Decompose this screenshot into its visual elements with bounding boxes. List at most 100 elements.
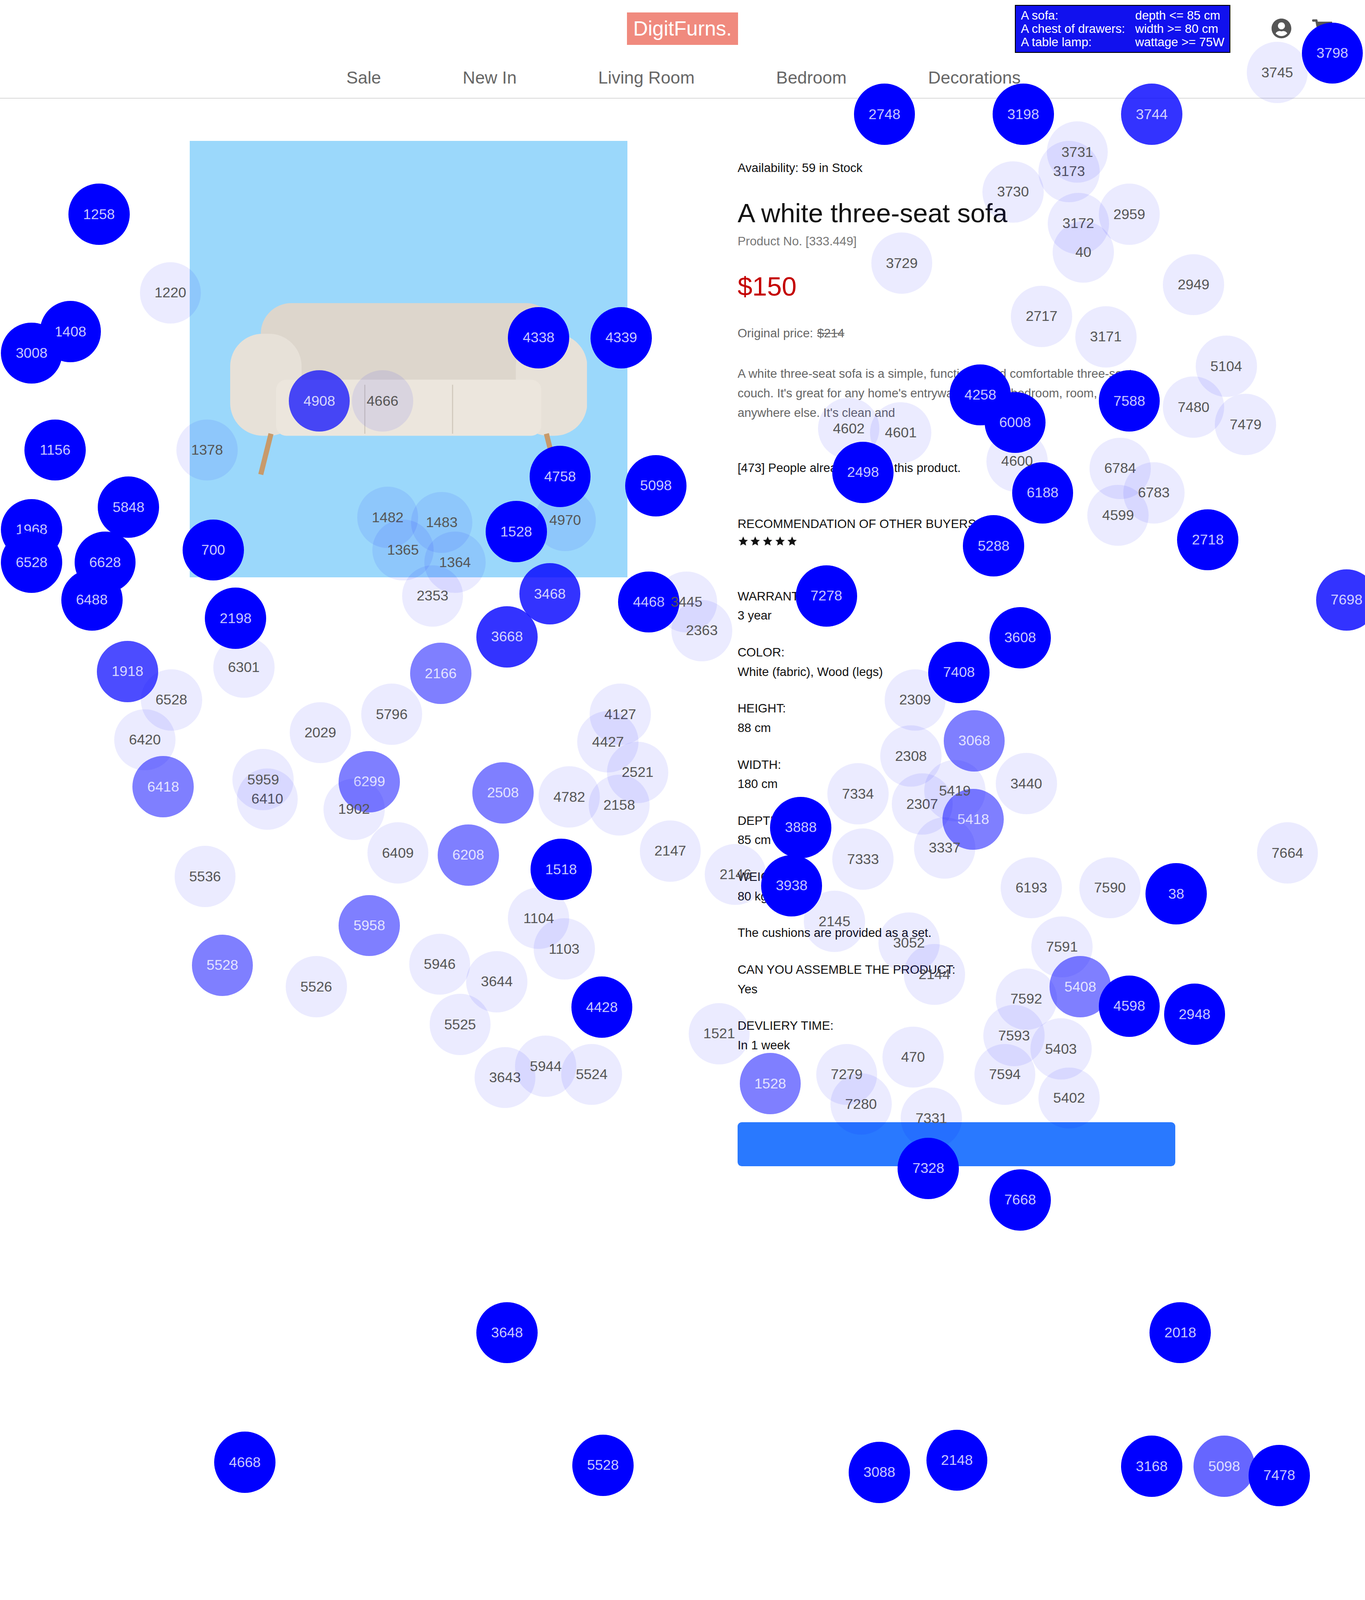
product-page: DigitFurns.A sofa:depth <= 85 cmA chest … bbox=[0, 0, 1365, 1600]
fixation-marker: 5526 bbox=[285, 955, 348, 1018]
cart-icon[interactable] bbox=[1312, 18, 1333, 39]
product-info: Availability: 59 in StockA white three-s… bbox=[737, 140, 1177, 1166]
fixation-marker: 3168 bbox=[1121, 1435, 1183, 1497]
gaze-overlay: 1258140830081156196865285848662870064882… bbox=[0, 0, 1365, 1600]
fixation-marker: 4782 bbox=[538, 766, 600, 828]
fixation-marker: 2029 bbox=[289, 702, 352, 764]
original-price: Original price:$214 bbox=[737, 325, 1177, 342]
user-icon[interactable] bbox=[1271, 18, 1292, 39]
fixation-marker: 7278 bbox=[795, 565, 858, 627]
fixation-marker: 2949 bbox=[1162, 254, 1225, 316]
nav-item[interactable]: New In bbox=[462, 57, 517, 99]
fixation-marker: 3730 bbox=[982, 161, 1044, 223]
nav-item[interactable]: Bedroom bbox=[776, 57, 847, 99]
fixation-marker: 470 bbox=[882, 1026, 944, 1088]
fixation-marker: 6299 bbox=[338, 750, 400, 813]
fixation-marker: 2146 bbox=[704, 843, 767, 906]
add-to-cart-button[interactable] bbox=[737, 1121, 1176, 1166]
fixation-marker: 2521 bbox=[606, 741, 669, 803]
fixation-marker: 1528 bbox=[485, 500, 547, 563]
fixation-marker: 2166 bbox=[410, 642, 472, 704]
fixation-marker: 7698 bbox=[1316, 569, 1365, 631]
nav-item[interactable]: Living Room bbox=[598, 57, 695, 99]
spec-label: WIDTH: bbox=[737, 754, 1177, 775]
fixation-marker: 2353 bbox=[402, 565, 464, 627]
fixation-marker: 3888 bbox=[770, 796, 832, 859]
fixation-marker: 3644 bbox=[466, 950, 528, 1013]
fixation-marker: 4468 bbox=[618, 571, 680, 633]
fixation-marker: 4339 bbox=[590, 307, 652, 369]
fixation-marker: 7588 bbox=[1098, 370, 1161, 432]
fixation-marker: 6193 bbox=[1000, 857, 1062, 919]
fixation-marker: 7331 bbox=[900, 1087, 962, 1149]
task-label: A table lamp: bbox=[1021, 35, 1126, 49]
star-icon bbox=[762, 535, 774, 547]
fixation-marker: 4668 bbox=[214, 1431, 276, 1493]
fixation-marker: 1518 bbox=[530, 838, 592, 900]
fixation-marker: 5408 bbox=[1049, 955, 1111, 1018]
fixation-marker: 1408 bbox=[39, 300, 102, 363]
fixation-marker: 2148 bbox=[926, 1429, 988, 1491]
fixation-marker: 4600 bbox=[986, 430, 1048, 492]
fixation-marker: 3668 bbox=[476, 606, 538, 668]
fixation-marker: 4601 bbox=[870, 402, 932, 464]
spec-value: 88 cm bbox=[737, 718, 1177, 738]
fixation-marker: 1918 bbox=[96, 640, 159, 703]
product-image bbox=[189, 140, 628, 578]
spec-value: Yes bbox=[737, 979, 1177, 999]
fixation-marker: 3744 bbox=[1121, 83, 1183, 145]
fixation-marker: 6528 bbox=[140, 669, 203, 731]
fixation-marker: 4598 bbox=[1098, 975, 1161, 1037]
spec: CAN YOU ASSEMBLE THE PRODUCT:Yes bbox=[737, 959, 1177, 999]
fixation-marker: 5528 bbox=[191, 934, 254, 996]
bought-count: [473] People already bought this product… bbox=[737, 459, 1177, 477]
spec-note: The cushions are provided as a set. bbox=[737, 922, 1177, 943]
description: A white three-seat sofa is a simple, fun… bbox=[737, 363, 1151, 423]
spec-value: 180 cm bbox=[737, 774, 1177, 794]
fixation-marker: 4427 bbox=[577, 710, 639, 773]
fixation-marker: 7328 bbox=[897, 1137, 959, 1199]
fixation-marker: 4908 bbox=[288, 370, 351, 432]
fixation-marker: 3068 bbox=[943, 710, 1006, 772]
nav-item[interactable]: Decorations bbox=[928, 57, 1021, 99]
fixation-marker: 2018 bbox=[1149, 1301, 1211, 1364]
fixation-marker: 4602 bbox=[818, 397, 880, 459]
nav-item[interactable]: Sale bbox=[346, 57, 381, 99]
fixation-marker: 6418 bbox=[132, 755, 194, 818]
fixation-marker: 2158 bbox=[588, 774, 651, 836]
fixation-marker: 1521 bbox=[688, 1002, 751, 1065]
fixation-marker: 2308 bbox=[880, 725, 942, 787]
fixation-marker: 3173 bbox=[1038, 140, 1100, 203]
fixation-marker: 7334 bbox=[827, 762, 889, 825]
task-label: A chest of drawers: bbox=[1021, 22, 1126, 36]
spec: WARRANTY:3 year bbox=[737, 586, 1177, 626]
logo[interactable]: DigitFurns. bbox=[626, 12, 738, 45]
fixation-marker: 3938 bbox=[761, 854, 823, 917]
fixation-marker: 1364 bbox=[424, 531, 486, 593]
fixation-marker: 1220 bbox=[139, 262, 202, 324]
star-icon bbox=[774, 535, 786, 547]
fixation-marker: 38 bbox=[1145, 862, 1207, 925]
fixation-marker: 1528 bbox=[739, 1052, 802, 1114]
fixation-marker: 2363 bbox=[671, 599, 733, 662]
fixation-marker: 2498 bbox=[832, 441, 894, 503]
fixation-marker: 5944 bbox=[514, 1035, 577, 1097]
fixation-marker: 7590 bbox=[1079, 857, 1141, 919]
task-value: depth <= 85 cm bbox=[1135, 8, 1225, 23]
fixation-marker: 1365 bbox=[372, 519, 434, 581]
spec-label: HEIGHT: bbox=[737, 698, 1177, 719]
fixation-marker: 5946 bbox=[409, 933, 471, 995]
fixation-marker: 2748 bbox=[854, 83, 916, 145]
fixation-marker: 3798 bbox=[1301, 22, 1364, 84]
fixation-marker: 1258 bbox=[68, 183, 130, 245]
fixation-marker: 1104 bbox=[507, 887, 570, 949]
recommendation-label: RECOMMENDATION OF OTHER BUYERS: bbox=[737, 515, 1177, 533]
fixation-marker: 6410 bbox=[236, 768, 299, 830]
fixation-marker: 7479 bbox=[1214, 393, 1277, 455]
fixation-marker: 2718 bbox=[1177, 509, 1239, 571]
spec-label: DEPTH: bbox=[737, 810, 1177, 831]
fixation-marker: 1103 bbox=[533, 917, 595, 980]
spec-value: In 1 week bbox=[737, 1035, 1177, 1055]
fixation-marker: 3468 bbox=[519, 562, 581, 625]
fixation-marker: 3731 bbox=[1046, 121, 1109, 183]
